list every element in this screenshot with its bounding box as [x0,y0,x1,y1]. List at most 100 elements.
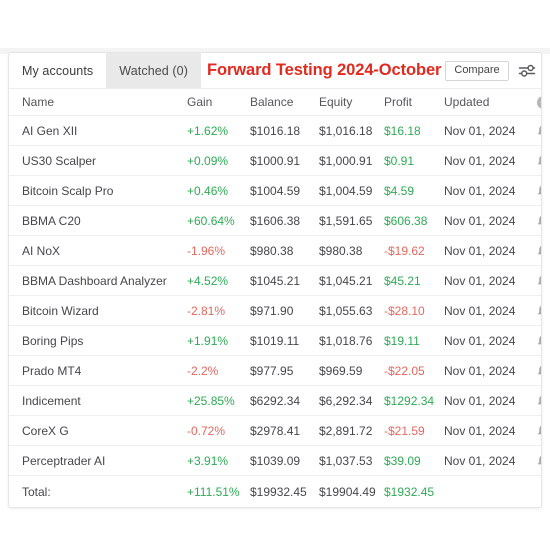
column-header-updated[interactable]: Updated [444,89,528,116]
cell-equity: $6,292.34 [319,385,384,416]
accounts-table: Name Gain Balance Equity Profit Updated … [9,89,541,507]
table-row[interactable]: US30 Scalper +0.09% $1000.91 $1,000.91 $0.91… [9,145,541,176]
bell-icon[interactable] [537,333,541,348]
compare-button[interactable]: Compare [445,60,509,81]
cell-profit: $45.21 [384,265,444,296]
cell-account-name[interactable]: AI Gen XII [9,115,187,146]
cell-updated: Nov 01, 2024 [444,205,528,236]
cell-updated: Nov 01, 2024 [444,295,528,326]
cell-total-updated [444,475,528,507]
cell-gain: -2.2% [187,355,250,386]
notify-cell [528,295,541,326]
cell-balance: $980.38 [250,235,319,266]
notify-cell [528,145,541,176]
cell-total-equity: $19904.49 [319,475,384,507]
cell-account-name[interactable]: Boring Pips [9,325,187,356]
tab-my-accounts[interactable]: My accounts [9,53,107,88]
toolbar-actions: Compare [445,53,541,88]
cell-updated: Nov 01, 2024 [444,265,528,296]
cell-updated: Nov 01, 2024 [444,235,528,266]
notify-cell [528,205,541,236]
cell-balance: $1004.59 [250,175,319,206]
card-toolbar: My accounts Watched (0) Forward Testing … [9,53,541,89]
bell-icon[interactable] [537,393,541,408]
column-header-name[interactable]: Name [9,89,187,116]
cell-account-name[interactable]: AI NoX [9,235,187,266]
bell-icon[interactable] [537,363,541,378]
cell-updated: Nov 01, 2024 [444,415,528,446]
tab-watched[interactable]: Watched (0) [106,53,201,88]
cell-gain: +60.64% [187,205,250,236]
bell-icon[interactable] [537,153,541,168]
cell-gain: +0.09% [187,145,250,176]
notify-cell [528,175,541,206]
cell-account-name[interactable]: CoreX G [9,415,187,446]
notify-cell [528,235,541,266]
cell-account-name[interactable]: BBMA C20 [9,205,187,236]
column-header-profit[interactable]: Profit [384,89,444,116]
info-icon[interactable] [536,95,541,110]
cell-total-spacer [528,475,541,507]
sliders-icon[interactable] [518,61,537,80]
table-row[interactable]: CoreX G -0.72% $2978.41 $2,891.72 -$21.59 Nov… [9,415,541,446]
cell-balance: $1000.91 [250,145,319,176]
cell-equity: $1,004.59 [319,175,384,206]
cell-total-label: Total: [9,475,187,507]
table-row[interactable]: BBMA C20 +60.64% $1606.38 $1,591.65 $606.38 N… [9,205,541,236]
cell-updated: Nov 01, 2024 [444,355,528,386]
bell-icon[interactable] [537,213,541,228]
cell-balance: $1045.21 [250,265,319,296]
cell-account-name[interactable]: Perceptrader AI [9,445,187,476]
cell-updated: Nov 01, 2024 [444,325,528,356]
bell-icon[interactable] [537,243,541,258]
cell-profit: $0.91 [384,145,444,176]
table-total-row: Total: +111.51% $19932.45 $19904.49 $1932.45 [9,475,541,507]
cell-updated: Nov 01, 2024 [444,445,528,476]
cell-equity: $1,591.65 [319,205,384,236]
bell-icon[interactable] [537,273,541,288]
tab-watched-label: Watched (0) [119,63,188,78]
cell-gain: +0.46% [187,175,250,206]
table-row[interactable]: BBMA Dashboard Analyzer +4.52% $1045.21 $1,… [9,265,541,296]
cell-gain: +25.85% [187,385,250,416]
table-row[interactable]: AI NoX -1.96% $980.38 $980.38 -$19.62 Nov 01,… [9,235,541,266]
cell-equity: $969.59 [319,355,384,386]
table-row[interactable]: Bitcoin Scalp Pro +0.46% $1004.59 $1,004.59… [9,175,541,206]
notify-cell [528,115,541,146]
column-header-gain[interactable]: Gain [187,89,250,116]
cell-account-name[interactable]: Prado MT4 [9,355,187,386]
cell-account-name[interactable]: US30 Scalper [9,145,187,176]
cell-account-name[interactable]: Bitcoin Wizard [9,295,187,326]
table-row[interactable]: Indicement +25.85% $6292.34 $6,292.34 $1292.… [9,385,541,416]
bell-icon[interactable] [537,183,541,198]
cell-balance: $971.90 [250,295,319,326]
notify-cell [528,355,541,386]
cell-equity: $1,037.53 [319,445,384,476]
cell-gain: +1.62% [187,115,250,146]
bell-icon[interactable] [537,123,541,138]
column-header-equity[interactable]: Equity [319,89,384,116]
cell-equity: $1,016.18 [319,115,384,146]
cell-profit: -$19.62 [384,235,444,266]
cell-account-name[interactable]: Bitcoin Scalp Pro [9,175,187,206]
bell-icon[interactable] [537,423,541,438]
cell-account-name[interactable]: BBMA Dashboard Analyzer [9,265,187,296]
table-row[interactable]: Bitcoin Wizard -2.81% $971.90 $1,055.63 -$28… [9,295,541,326]
cell-equity: $2,891.72 [319,415,384,446]
cell-profit: $1292.34 [384,385,444,416]
cell-profit: $606.38 [384,205,444,236]
column-header-info [528,89,541,116]
table-row[interactable]: Boring Pips +1.91% $1019.11 $1,018.76 $19.11… [9,325,541,356]
bell-icon[interactable] [537,453,541,468]
notify-cell [528,445,541,476]
cell-account-name[interactable]: Indicement [9,385,187,416]
column-header-balance[interactable]: Balance [250,89,319,116]
cell-profit: $16.18 [384,115,444,146]
table-row[interactable]: Perceptrader AI +3.91% $1039.09 $1,037.53 $3… [9,445,541,476]
table-row[interactable]: AI Gen XII +1.62% $1016.18 $1,016.18 $16.18 N… [9,115,541,146]
tab-bar: My accounts Watched (0) [9,53,201,88]
tab-my-accounts-label: My accounts [22,63,94,78]
cell-profit: $4.59 [384,175,444,206]
table-row[interactable]: Prado MT4 -2.2% $977.95 $969.59 -$22.05 Nov 0… [9,355,541,386]
bell-icon[interactable] [537,303,541,318]
